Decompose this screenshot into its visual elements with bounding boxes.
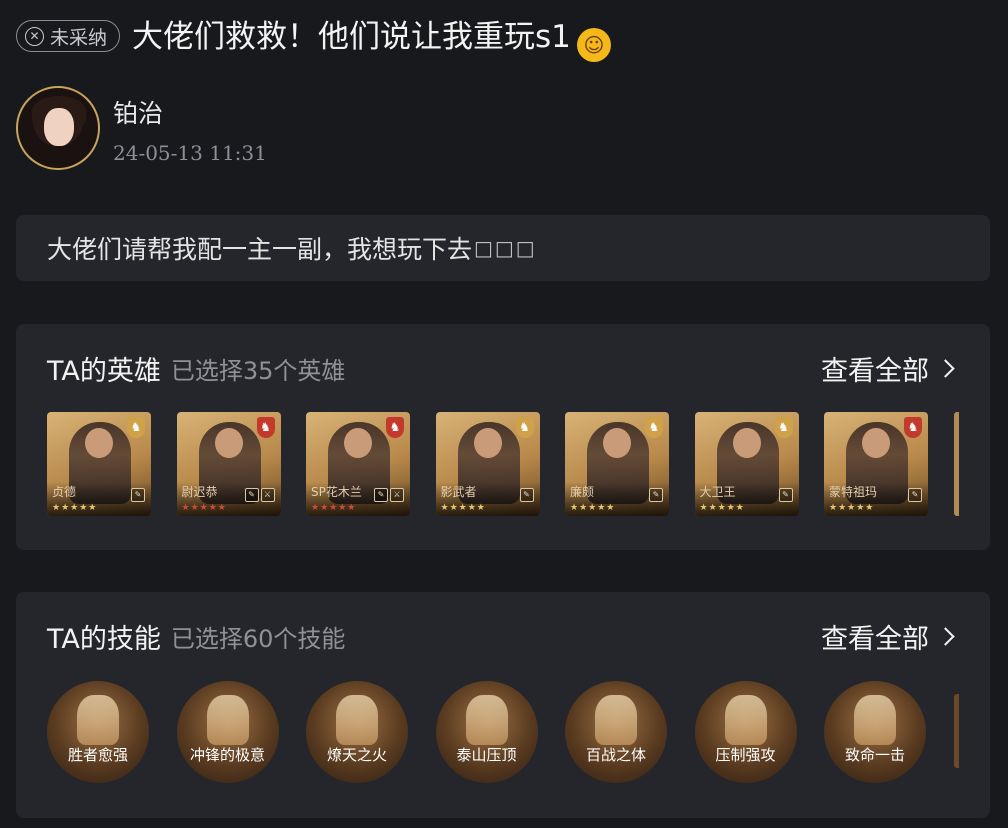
post-title-text: 大佬们救救！他们说让我重玩s1 <box>132 18 571 55</box>
skills-panel: TA的技能 已选择60个技能 查看全部 胜者愈强 冲锋的极意 燎天之火 泰山压顶 百战之… <box>16 592 990 818</box>
skill-name: 冲锋的极意 <box>189 746 265 764</box>
skill-name: 胜者愈强 <box>67 746 128 764</box>
status-badge: ✕ 未采纳 <box>16 20 121 52</box>
skill-artwork <box>206 695 249 745</box>
skill-icon[interactable]: 致命一击 <box>824 681 926 783</box>
edit-badge-icon: ✎ <box>244 488 259 502</box>
skill-name: 致命一击 <box>844 746 905 764</box>
skills-list: 胜者愈强 冲锋的极意 燎天之火 泰山压顶 百战之体 压制强攻 致命一击 <box>47 680 959 784</box>
heroes-panel-title: TA的英雄 <box>47 355 161 387</box>
hero-card[interactable]: ♞ 廉颇 ★★★★★ ✎ <box>565 412 669 516</box>
post-title: 大佬们救救！他们说让我重玩s1 ☺ <box>132 11 611 62</box>
skill-icon-partial[interactable] <box>954 694 959 768</box>
skill-icon[interactable]: 泰山压顶 <box>435 681 538 783</box>
post-content-missing-glyphs: □□□ <box>474 236 537 260</box>
hero-card[interactable]: ♞ 尉迟恭 ★★★★★ ✎ ⚔ <box>176 412 281 516</box>
faction-emblem-icon: ♞ <box>386 417 404 438</box>
skill-artwork <box>465 695 508 745</box>
skills-panel-title: TA的技能 <box>47 623 161 655</box>
faction-emblem-icon: ♞ <box>256 417 275 438</box>
edit-badge-icon: ✎ <box>131 488 145 502</box>
hero-card[interactable]: ♞ SP花木兰 ★★★★★ ✎ ⚔ <box>306 412 410 516</box>
skill-icon[interactable]: 百战之体 <box>565 681 667 783</box>
hero-stars: ★★★★★ <box>52 503 98 513</box>
edit-badge-icon: ✎ <box>374 488 388 502</box>
skill-icon[interactable]: 冲锋的极意 <box>176 681 279 783</box>
skill-artwork <box>595 695 637 745</box>
hero-name: 蒙特祖玛 <box>829 485 878 499</box>
close-circle-icon: ✕ <box>25 26 44 46</box>
heroes-panel: TA的英雄 已选择35个英雄 查看全部 ♞ 贞德 ★★★★★ ✎ ♞ 尉迟恭 ★★★★★ ✎ ⚔… <box>16 324 990 550</box>
heroes-panel-subtitle: 已选择35个英雄 <box>170 356 346 385</box>
skill-artwork <box>854 695 896 745</box>
edit-badge-icon: ✎ <box>778 488 793 502</box>
weapon-badge-icon: ⚔ <box>260 488 275 502</box>
hero-name: 影武者 <box>440 485 477 499</box>
hero-stars: ★★★★★ <box>829 503 875 513</box>
hero-card-partial[interactable] <box>954 412 959 516</box>
hero-name: 贞德 <box>52 485 77 499</box>
hero-card[interactable]: ♞ 贞德 ★★★★★ ✎ <box>47 412 151 516</box>
heroes-view-all-button[interactable]: 查看全部 <box>821 349 956 388</box>
skills-view-all-label: 查看全部 <box>821 623 929 655</box>
skill-name: 百战之体 <box>585 746 646 764</box>
hero-stars: ★★★★★ <box>699 503 745 513</box>
rolling-laughing-emoji-icon: ☺ <box>576 27 611 62</box>
skill-name: 压制强攻 <box>715 746 776 764</box>
hero-name: 大卫王 <box>699 485 736 499</box>
skill-icon[interactable]: 胜者愈强 <box>47 681 149 783</box>
hero-name: 廉颇 <box>570 485 595 499</box>
skill-artwork <box>77 695 119 745</box>
heroes-panel-header: TA的英雄 已选择35个英雄 查看全部 <box>47 349 956 388</box>
edit-badge-icon: ✎ <box>649 488 663 502</box>
chevron-right-icon <box>936 626 955 646</box>
faction-emblem-icon: ♞ <box>904 417 922 438</box>
post-timestamp: 24-05-13 11:31 <box>113 141 267 165</box>
weapon-badge-icon: ⚔ <box>390 488 404 502</box>
hero-card[interactable]: ♞ 蒙特祖玛 ★★★★★ ✎ <box>824 412 928 516</box>
hero-stars: ★★★★★ <box>570 503 616 513</box>
skills-panel-header: TA的技能 已选择60个技能 查看全部 <box>47 617 956 656</box>
skill-name: 燎天之火 <box>326 746 387 764</box>
skill-artwork <box>336 695 378 745</box>
faction-emblem-icon: ♞ <box>645 417 663 438</box>
avatar[interactable] <box>16 86 100 170</box>
post-content-text: 大佬们请帮我配一主一副，我想玩下去 <box>47 235 473 264</box>
heroes-list: ♞ 贞德 ★★★★★ ✎ ♞ 尉迟恭 ★★★★★ ✎ ⚔ ♞ SP花木兰 ★★★★★ ✎ ⚔ ♞ 影武者 ★★★… <box>47 412 959 516</box>
skills-view-all-button[interactable]: 查看全部 <box>821 617 956 656</box>
status-badge-label: 未采纳 <box>50 26 108 49</box>
hero-name: SP花木兰 <box>311 485 362 499</box>
hero-stars: ★★★★★ <box>311 503 357 513</box>
post-content: 大佬们请帮我配一主一副，我想玩下去 □□□ <box>16 215 990 281</box>
skill-name: 泰山压顶 <box>456 746 517 764</box>
hero-name: 尉迟恭 <box>181 485 218 499</box>
post-header: ✕ 未采纳 大佬们救救！他们说让我重玩s1 ☺ <box>16 16 611 62</box>
skill-artwork <box>724 695 767 745</box>
skill-icon[interactable]: 燎天之火 <box>306 681 408 783</box>
heroes-view-all-label: 查看全部 <box>821 355 929 387</box>
author-name[interactable]: 铂治 <box>113 94 163 130</box>
skills-panel-subtitle: 已选择60个技能 <box>170 624 346 653</box>
faction-emblem-icon: ♞ <box>127 417 145 438</box>
faction-emblem-icon: ♞ <box>774 417 793 438</box>
hero-card[interactable]: ♞ 大卫王 ★★★★★ ✎ <box>694 412 799 516</box>
edit-badge-icon: ✎ <box>908 488 922 502</box>
hero-card[interactable]: ♞ 影武者 ★★★★★ ✎ <box>435 412 540 516</box>
hero-stars: ★★★★★ <box>181 503 227 513</box>
hero-stars: ★★★★★ <box>440 503 486 513</box>
edit-badge-icon: ✎ <box>519 488 534 502</box>
faction-emblem-icon: ♞ <box>515 417 534 438</box>
skill-icon[interactable]: 压制强攻 <box>694 681 797 783</box>
chevron-right-icon <box>936 358 955 378</box>
